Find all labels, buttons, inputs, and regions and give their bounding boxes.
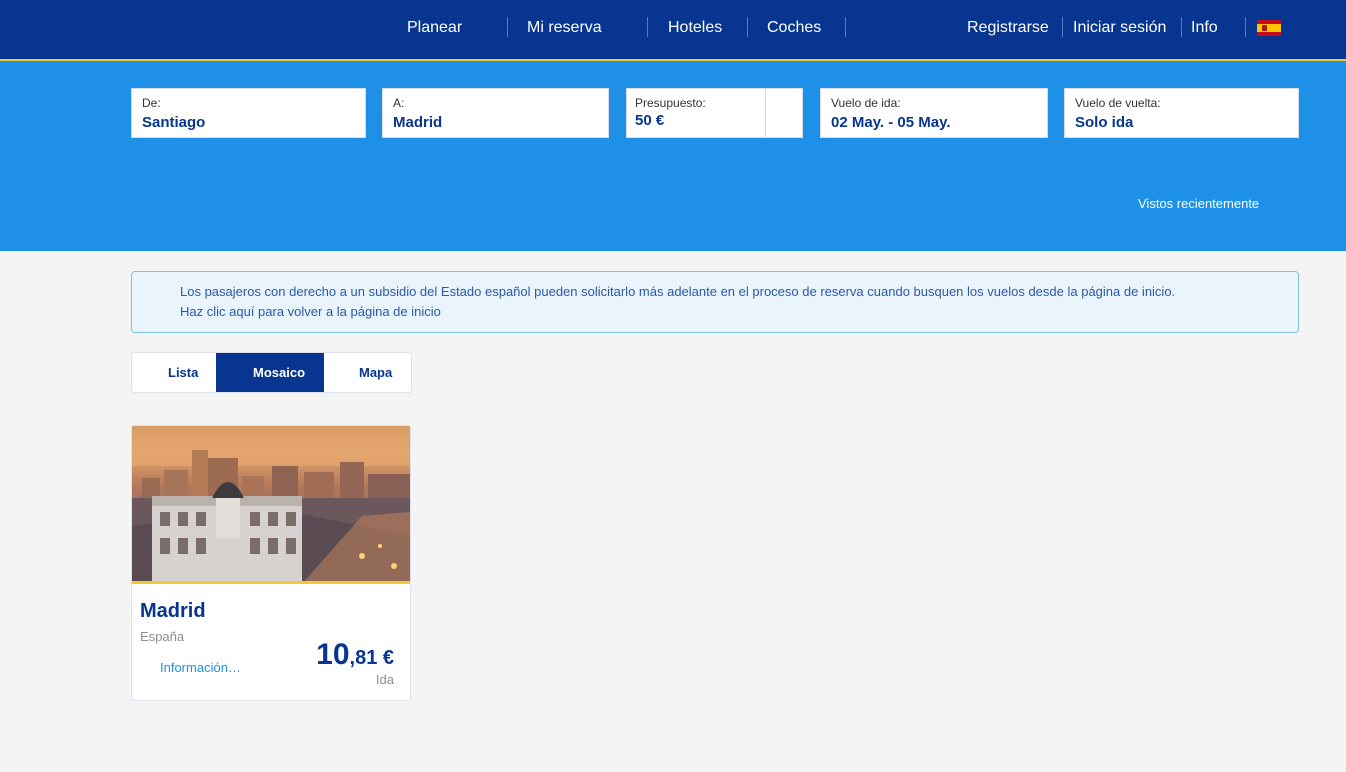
view-list-button[interactable]: Lista (132, 353, 216, 392)
nav-planear[interactable]: Planear (407, 17, 462, 39)
nav-separator (1181, 17, 1182, 37)
recently-viewed-link[interactable]: Vistos recientemente (1138, 196, 1259, 211)
nav-separator (1062, 17, 1063, 37)
nav-hoteles[interactable]: Hoteles (668, 17, 722, 39)
nav-coches[interactable]: Coches (767, 17, 821, 39)
origin-value: Santiago (142, 114, 206, 131)
outbound-value: 02 May. - 05 May. (831, 114, 951, 131)
destination-field[interactable]: A: Madrid (382, 88, 609, 138)
fare-price: 10,81 € (316, 638, 394, 672)
return-label: Vuelo de vuelta: (1075, 96, 1161, 110)
destination-country: España (140, 629, 185, 644)
nav-separator (507, 17, 508, 37)
budget-value: 50 € (635, 112, 665, 129)
origin-label: De: (142, 96, 161, 110)
view-mosaic-label: Mosaico (253, 365, 306, 380)
destination-city: Madrid (140, 600, 206, 622)
fare-price-integer: 10 (316, 638, 350, 671)
origin-field[interactable]: De: Santiago (131, 88, 366, 138)
nav-separator (747, 17, 748, 37)
budget-field[interactable]: Presupuesto: 50 € (626, 88, 803, 138)
view-mosaic-button[interactable]: Mosaico (216, 353, 324, 392)
destination-info-link[interactable]: Información… (160, 660, 241, 675)
outbound-date-field[interactable]: Vuelo de ida: 02 May. - 05 May. (820, 88, 1048, 138)
view-map-button[interactable]: Mapa (324, 353, 411, 392)
outbound-label: Vuelo de ida: (831, 96, 901, 110)
return-date-field[interactable]: Vuelo de vuelta: Solo ida (1064, 88, 1299, 138)
notice-home-link[interactable]: Haz clic aquí para volver a la página de… (180, 304, 441, 319)
view-toggle: Lista Mosaico Mapa (131, 352, 412, 393)
nav-separator (845, 17, 846, 37)
fare-price-decimal: ,81 € (349, 647, 394, 669)
view-list-label: Lista (168, 365, 199, 380)
subsidy-notice: Los pasajeros con derecho a un subsidio … (131, 271, 1299, 333)
budget-label: Presupuesto: (635, 96, 706, 110)
search-panel: De: Santiago A: Madrid Presupuesto: 50 €… (0, 61, 1346, 251)
destination-photo (132, 426, 410, 584)
login-link[interactable]: Iniciar sesión (1073, 17, 1166, 39)
nav-separator (647, 17, 648, 37)
spain-flag-icon[interactable] (1257, 20, 1281, 36)
return-value: Solo ida (1075, 114, 1134, 131)
destination-card[interactable]: Madrid España Información… 10,81 € Ida (131, 425, 411, 701)
destination-label: A: (393, 96, 405, 110)
view-map-label: Mapa (359, 365, 393, 380)
nav-separator (1245, 17, 1246, 37)
register-link[interactable]: Registrarse (967, 17, 1049, 39)
nav-mi-reserva[interactable]: Mi reserva (527, 17, 602, 39)
budget-divider (765, 89, 766, 137)
top-navigation: Planear Mi reserva Hoteles Coches Regist… (0, 0, 1346, 61)
info-link[interactable]: Info (1191, 17, 1218, 39)
notice-text: Los pasajeros con derecho a un subsidio … (180, 284, 1176, 299)
trip-type: Ida (375, 672, 394, 687)
destination-value: Madrid (393, 114, 443, 131)
